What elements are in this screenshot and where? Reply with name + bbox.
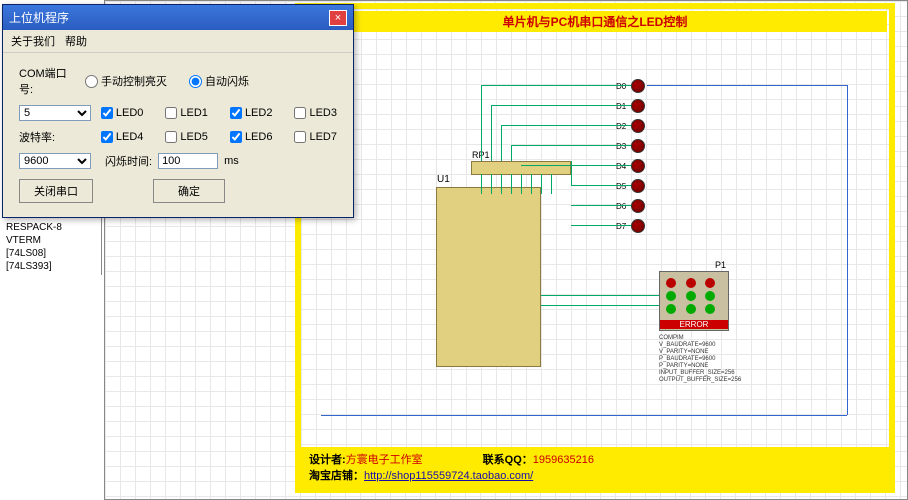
host-dialog: 上位机程序 × 关于我们 帮助 COM端口号: 手动控制亮灭 自动闪烁 5 LE… [2, 4, 354, 218]
wire [541, 295, 659, 296]
wire [541, 174, 542, 194]
wire [551, 174, 552, 194]
wire [501, 125, 502, 161]
led-d7[interactable]: D7 [631, 219, 645, 233]
close-icon[interactable]: × [329, 10, 347, 26]
wire [571, 225, 631, 226]
schematic-footer: 设计者:方寰电子工作室 联系QQ：1959635216 淘宝店铺：http://… [301, 447, 889, 487]
baud-select[interactable]: 9600 [19, 153, 91, 169]
port-pin-icon [686, 291, 696, 301]
dialog-titlebar[interactable]: 上位机程序 × [3, 5, 353, 30]
dialog-menu: 关于我们 帮助 [3, 30, 353, 53]
check-led1[interactable]: LED1 [165, 107, 208, 119]
port-pin-icon [705, 278, 715, 288]
port-pin-icon [705, 291, 715, 301]
list-item[interactable]: VTERM [2, 234, 99, 247]
led-d3[interactable]: D3 [631, 139, 645, 153]
com-select[interactable]: 5 [19, 105, 91, 121]
wire [501, 174, 502, 194]
radio-auto[interactable]: 自动闪烁 [189, 73, 249, 89]
flash-unit: ms [224, 155, 239, 167]
wire [481, 174, 482, 194]
schematic-frame: 单片机与PC机串口通信之LED控制 U1 RP1 D0 D1 D2 D3 D4 … [295, 3, 895, 493]
menu-help[interactable]: 帮助 [65, 33, 87, 49]
wire [541, 305, 659, 306]
wire [571, 185, 631, 186]
wire [511, 145, 631, 146]
check-led4[interactable]: LED4 [101, 131, 144, 143]
wire [481, 85, 482, 161]
dialog-title: 上位机程序 [9, 9, 329, 26]
serial-label: P1 [715, 260, 726, 270]
check-led0[interactable]: LED0 [101, 107, 144, 119]
led-d4[interactable]: D4 [631, 159, 645, 173]
port-pin-icon [666, 291, 676, 301]
wire [491, 105, 492, 161]
list-item[interactable]: [74LS08] [2, 247, 99, 260]
port-pin-icon [686, 278, 696, 288]
led-d0[interactable]: D0 [631, 79, 645, 93]
check-led2[interactable]: LED2 [230, 107, 273, 119]
wire [511, 174, 512, 194]
check-led6[interactable]: LED6 [230, 131, 273, 143]
shop-link[interactable]: http://shop115559724.taobao.com/ [364, 470, 533, 482]
wire [491, 174, 492, 194]
led-d1[interactable]: D1 [631, 99, 645, 113]
port-pin-icon [666, 304, 676, 314]
wire [501, 125, 631, 126]
port-pin-icon [666, 278, 676, 288]
flash-label: 闪烁时间: [105, 153, 152, 169]
wire [511, 145, 512, 161]
list-item[interactable]: [74LS393] [2, 260, 99, 273]
chip-label: U1 [437, 174, 450, 185]
baud-label: 波特率: [19, 129, 79, 145]
flash-input[interactable] [158, 153, 218, 169]
wire [847, 85, 848, 415]
wire [521, 165, 631, 166]
port-pin-icon [686, 304, 696, 314]
serial-error: ERROR [660, 320, 728, 329]
serial-port[interactable]: P1 ERROR [659, 271, 729, 331]
wire [321, 415, 847, 416]
wire [481, 85, 631, 86]
wire [571, 205, 631, 206]
com-label: COM端口号: [19, 65, 79, 97]
wire [521, 174, 522, 194]
led-d6[interactable]: D6 [631, 199, 645, 213]
menu-about[interactable]: 关于我们 [11, 33, 55, 49]
wire [491, 105, 631, 106]
schematic-title: 单片机与PC机串口通信之LED控制 [303, 11, 887, 32]
radio-manual[interactable]: 手动控制亮灭 [85, 73, 167, 89]
wire [647, 85, 847, 86]
wire [531, 174, 532, 194]
check-led3[interactable]: LED3 [294, 107, 337, 119]
check-led7[interactable]: LED7 [294, 131, 337, 143]
ok-button[interactable]: 确定 [153, 179, 225, 203]
wire [571, 161, 572, 185]
list-item[interactable]: RESPACK-8 [2, 221, 99, 234]
resistor-pack[interactable]: RP1 [471, 161, 571, 175]
serial-info: COMPIM V_BAUDRATE=9600 V_PARITY=NONE P_B… [659, 335, 779, 384]
check-led5[interactable]: LED5 [165, 131, 208, 143]
close-port-button[interactable]: 关闭串口 [19, 179, 93, 203]
port-pin-icon [705, 304, 715, 314]
led-d2[interactable]: D2 [631, 119, 645, 133]
chip-u1[interactable]: U1 [436, 187, 541, 367]
led-d5[interactable]: D5 [631, 179, 645, 193]
